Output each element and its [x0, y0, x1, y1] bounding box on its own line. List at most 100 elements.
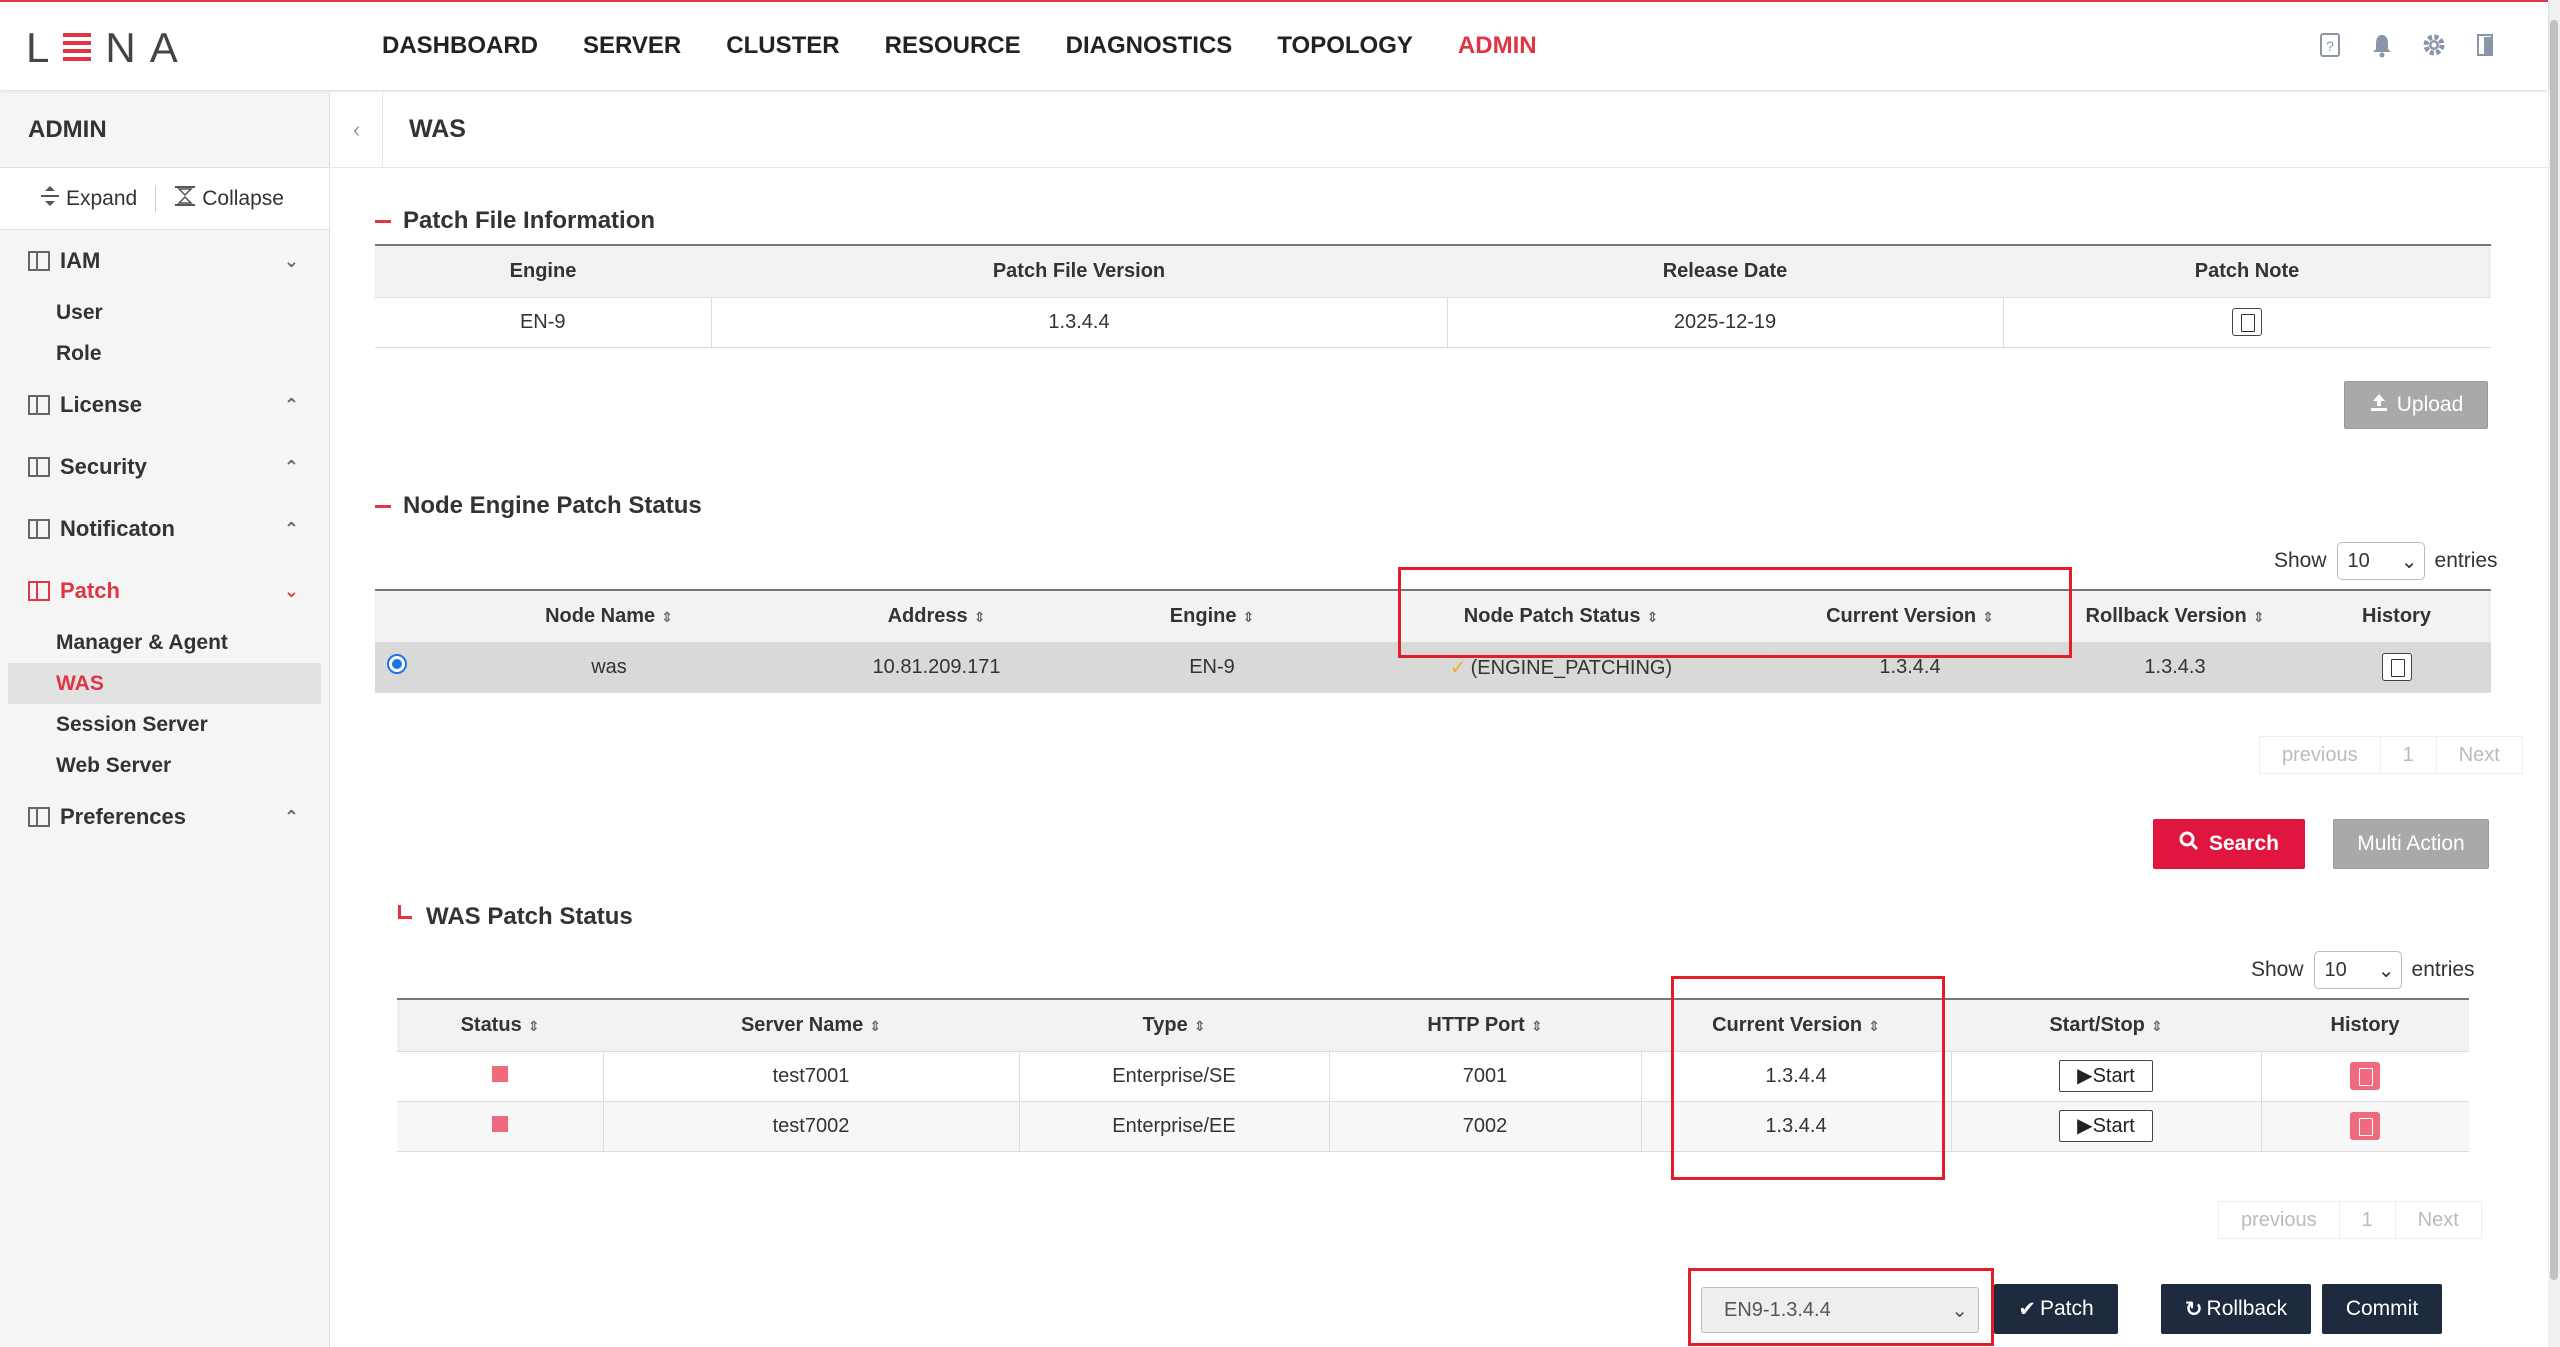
sidebar-item-user[interactable]: User — [0, 292, 329, 333]
node-show-entries: Show 10 ⌄ entries — [2274, 542, 2498, 580]
server-name-cell: test7001 — [602, 1051, 1019, 1102]
menu-head-patch[interactable]: Patch ⌄ — [0, 560, 329, 622]
column-header-http-port[interactable]: HTTP Port ⇕ — [1329, 998, 1641, 1052]
entries-select[interactable]: 10 ⌄ — [2336, 542, 2425, 580]
check-icon: ✔ — [2018, 1297, 2036, 1321]
menu-head-security[interactable]: Security ⌃ — [0, 436, 329, 498]
http-port-cell: 7001 — [1328, 1051, 1641, 1102]
commit-button[interactable]: Commit — [2322, 1284, 2442, 1334]
column-header-rollback-version[interactable]: Rollback Version ⇕ — [2048, 589, 2302, 643]
sort-icon: ⇕ — [1242, 608, 1255, 625]
pager-previous[interactable]: previous — [2219, 1201, 2340, 1239]
collapse-button[interactable]: Collapse — [174, 185, 284, 213]
sort-icon: ⇕ — [869, 1017, 882, 1034]
sidebar-item-session-server[interactable]: Session Server — [0, 704, 329, 745]
status-cell — [397, 1101, 603, 1152]
nav-admin[interactable]: ADMIN — [1458, 32, 1537, 60]
column-label: HTTP Port — [1427, 1013, 1525, 1036]
sidebar-item-manager-agent[interactable]: Manager & Agent — [0, 622, 329, 663]
menu-head-preferences[interactable]: Preferences ⌃ — [0, 786, 329, 848]
svg-text:?: ? — [2326, 38, 2334, 54]
column-header-server-name[interactable]: Server Name ⇕ — [603, 998, 1019, 1052]
row-radio[interactable] — [386, 654, 407, 674]
column-header-engine[interactable]: Engine ⇕ — [1074, 589, 1350, 643]
entries-select[interactable]: 10 ⌄ — [2313, 951, 2402, 989]
column-label: Rollback Version — [2085, 604, 2247, 627]
menu-head-notification[interactable]: Notificaton ⌃ — [0, 498, 329, 560]
history-cell — [2260, 1051, 2469, 1102]
history-document-icon[interactable] — [2350, 1112, 2381, 1140]
expand-collapse-bar: Expand Collapse — [0, 168, 329, 230]
pager-page[interactable]: 1 — [2340, 1201, 2396, 1239]
start-button[interactable]: ▶Start — [2059, 1110, 2153, 1142]
menu-group-notification: Notificaton ⌃ — [0, 498, 329, 560]
status-indicator — [491, 1065, 508, 1082]
menu-head-license[interactable]: License ⌃ — [0, 374, 329, 436]
section-marker — [375, 504, 391, 508]
nav-server[interactable]: SERVER — [583, 32, 681, 60]
pager-previous[interactable]: previous — [2260, 736, 2381, 774]
column-header-status[interactable]: Status ⇕ — [397, 998, 603, 1052]
was-show-entries: Show 10 ⌄ entries — [2251, 951, 2475, 989]
version-select-value: EN9-1.3.4.4 — [1724, 1298, 1831, 1321]
highlight-box — [1398, 567, 2072, 658]
panel-icon — [28, 457, 50, 477]
sidebar-item-web-server[interactable]: Web Server — [0, 745, 329, 786]
was-pager: previous 1 Next — [2218, 1201, 2482, 1239]
entries-label: entries — [2434, 549, 2498, 572]
chevron-down-icon: ⌄ — [2377, 959, 2395, 982]
chevron-left-icon[interactable]: ‹ — [331, 91, 383, 168]
column-header-start-stop[interactable]: Start/Stop ⇕ — [1951, 998, 2261, 1052]
multi-action-button[interactable]: Multi Action — [2333, 819, 2489, 869]
patch-button[interactable]: ✔ Patch — [1994, 1284, 2118, 1334]
nav-resource[interactable]: RESOURCE — [885, 32, 1021, 60]
logout-icon[interactable] — [2474, 32, 2498, 58]
chevron-up-icon: ⌃ — [283, 456, 299, 477]
scrollbar-thumb[interactable] — [2550, 20, 2558, 1280]
expand-button[interactable]: Expand — [40, 185, 137, 213]
sidebar-item-role[interactable]: Role — [0, 333, 329, 374]
nav-dashboard[interactable]: DASHBOARD — [382, 32, 538, 60]
history-document-icon[interactable] — [2350, 1062, 2381, 1090]
pager-next[interactable]: Next — [2437, 736, 2522, 774]
bell-icon[interactable] — [2370, 32, 2394, 58]
column-header-address[interactable]: Address ⇕ — [799, 589, 1074, 643]
nav-diagnostics[interactable]: DIAGNOSTICS — [1066, 32, 1233, 60]
column-header-type[interactable]: Type ⇕ — [1019, 998, 1329, 1052]
panel-icon — [28, 807, 50, 827]
version-select[interactable]: EN9-1.3.4.4 ⌄ — [1701, 1287, 1979, 1333]
patch-label: Patch — [2039, 1297, 2094, 1320]
pager-page[interactable]: 1 — [2381, 736, 2437, 774]
rollback-button[interactable]: ↻ Rollback — [2161, 1284, 2311, 1334]
chevron-up-icon: ⌃ — [283, 518, 299, 539]
column-label: Server Name — [740, 1013, 864, 1036]
history-document-icon[interactable] — [2381, 653, 2412, 681]
sidebar-item-was[interactable]: WAS — [8, 663, 321, 704]
scrollbar[interactable] — [2548, 0, 2560, 1347]
chevron-up-icon: ⌃ — [283, 394, 299, 415]
document-icon[interactable] — [2232, 308, 2263, 336]
logo[interactable]: L NA — [26, 24, 192, 71]
status-indicator — [491, 1115, 508, 1132]
section-title-text: Node Engine Patch Status — [403, 492, 702, 519]
gear-icon[interactable] — [2422, 32, 2446, 58]
engine-cell: EN-9 — [375, 297, 711, 348]
upload-button[interactable]: Upload — [2344, 381, 2488, 429]
table-row: test7001 Enterprise/SE 7001 1.3.4.4 ▶Sta… — [397, 1051, 2469, 1102]
help-icon[interactable]: ? — [2318, 32, 2342, 58]
column-header-node-name[interactable]: Node Name ⇕ — [419, 589, 799, 643]
sort-icon: ⇕ — [661, 608, 673, 625]
nav-cluster[interactable]: CLUSTER — [726, 32, 839, 60]
nav-topology[interactable]: TOPOLOGY — [1277, 32, 1413, 60]
upload-icon — [2369, 392, 2389, 418]
expand-label: Expand — [66, 186, 138, 210]
was-status-section-title: WAS Patch Status — [398, 903, 633, 931]
search-button[interactable]: Search — [2153, 819, 2305, 869]
history-cell — [2301, 642, 2491, 693]
rollback-version-cell: 1.3.4.3 — [2047, 642, 2302, 693]
status-text: (ENGINE_PATCHING) — [1470, 656, 1673, 679]
start-button[interactable]: ▶Start — [2059, 1060, 2153, 1092]
menu-head-iam[interactable]: IAM ⌄ — [0, 230, 329, 292]
sort-icon: ⇕ — [2252, 608, 2265, 625]
pager-next[interactable]: Next — [2396, 1201, 2481, 1239]
